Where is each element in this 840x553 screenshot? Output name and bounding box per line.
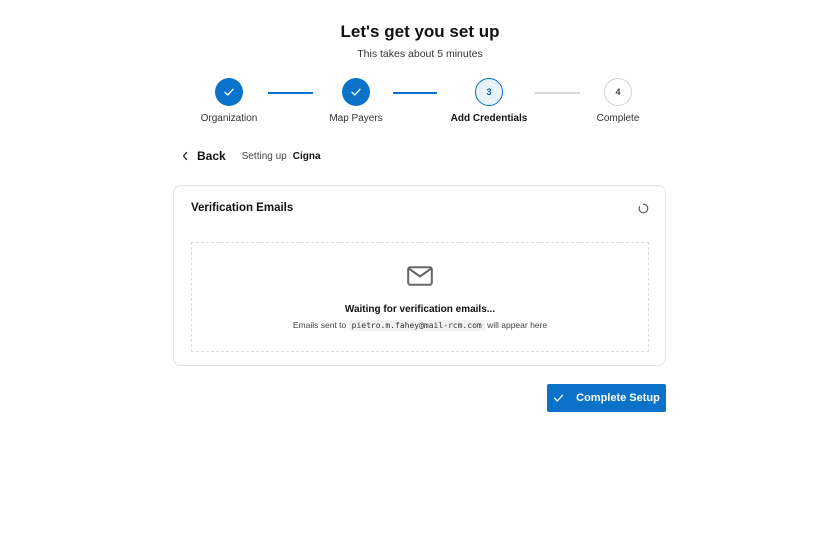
setting-up-label: Setting up bbox=[241, 150, 287, 162]
check-icon bbox=[351, 88, 361, 96]
mail-icon bbox=[407, 266, 433, 286]
spinner-icon bbox=[638, 203, 649, 214]
check-icon bbox=[553, 394, 564, 402]
step-map-payers-label: Map Payers bbox=[329, 113, 383, 124]
back-row: Back Setting up Cigna bbox=[182, 147, 321, 165]
email-destination-line: Emails sent to pietro.m.fahey@mail-rcm.c… bbox=[192, 320, 648, 331]
payer-name: Cigna bbox=[292, 150, 321, 162]
step-complete-indicator: 4 bbox=[604, 78, 632, 106]
step-connector-1 bbox=[268, 92, 313, 94]
card-title: Verification Emails bbox=[191, 202, 294, 214]
back-button[interactable]: Back bbox=[182, 149, 226, 163]
sent-prefix: Emails sent to bbox=[292, 320, 347, 330]
step-organization-label: Organization bbox=[200, 113, 258, 124]
step-add-credentials-label: Add Credentials bbox=[450, 113, 528, 124]
chevron-left-icon bbox=[182, 151, 188, 161]
step-connector-3 bbox=[535, 92, 580, 94]
step-map-payers-indicator bbox=[342, 78, 370, 106]
email-empty-state: Waiting for verification emails... Email… bbox=[191, 242, 649, 352]
complete-setup-label: Complete Setup bbox=[576, 392, 660, 404]
step-complete-label: Complete bbox=[596, 113, 640, 124]
step-add-credentials-indicator: 3 bbox=[475, 78, 503, 106]
complete-setup-button[interactable]: Complete Setup bbox=[547, 384, 666, 412]
email-address: pietro.m.fahey@mail-rcm.com bbox=[348, 320, 485, 331]
step-connector-2 bbox=[393, 92, 437, 94]
page-subtitle: This takes about 5 minutes bbox=[357, 48, 483, 60]
step-organization-indicator bbox=[215, 78, 243, 106]
check-icon bbox=[224, 88, 234, 96]
back-button-label: Back bbox=[197, 149, 226, 163]
page-title: Let's get you set up bbox=[340, 22, 500, 41]
verification-emails-card: Verification Emails Waiting for verifica… bbox=[173, 185, 666, 366]
waiting-text: Waiting for verification emails... bbox=[344, 304, 496, 315]
sent-suffix: will appear here bbox=[487, 320, 548, 330]
